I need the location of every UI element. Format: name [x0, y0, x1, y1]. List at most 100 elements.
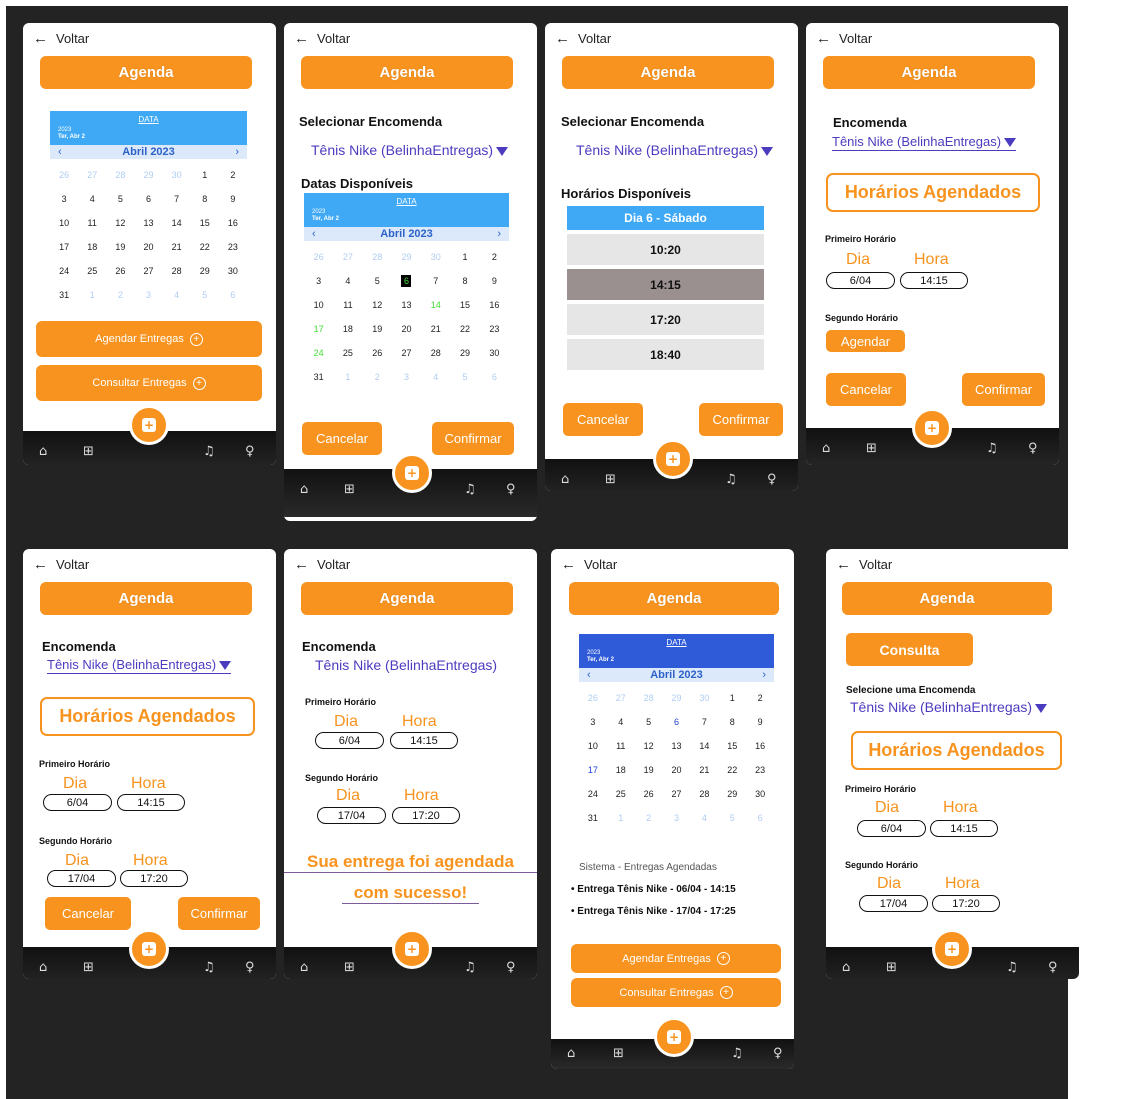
slot-4[interactable]: 18:40 — [567, 339, 764, 370]
add-fab-button[interactable]: + — [129, 929, 169, 969]
home-icon[interactable]: ⌂ — [300, 482, 308, 497]
home-icon[interactable]: ⌂ — [842, 960, 850, 975]
calendar-prev-icon[interactable]: ‹ — [587, 669, 591, 681]
calendar-next-icon[interactable]: › — [235, 146, 239, 158]
user-icon[interactable]: ♀ — [245, 960, 255, 975]
back-link[interactable]: ← Voltar — [294, 30, 350, 47]
bell-icon[interactable]: ♫ — [1006, 960, 1018, 975]
system-item-1: • Entrega Tênis Nike - 06/04 - 14:15 — [571, 884, 736, 895]
bell-icon[interactable]: ♫ — [464, 960, 476, 975]
slot-3[interactable]: 17:20 — [567, 304, 764, 335]
second-time-label: Segundo Horário — [825, 313, 899, 323]
scheduled-title: Horários Agendados — [40, 697, 255, 736]
back-link[interactable]: ← Voltar — [561, 556, 617, 573]
dropdown-triangle-icon — [1035, 703, 1048, 713]
calendar-grid[interactable]: 26 27 28 29 30 1 2 3456789 10 11 12 13 14 15 16 17 18… — [304, 245, 509, 389]
bell-icon[interactable]: ♫ — [986, 441, 998, 456]
grid-icon[interactable]: ⊞ — [605, 472, 616, 487]
grid-icon[interactable]: ⊞ — [866, 441, 877, 456]
order-select[interactable]: Tênis Nike (BelinhaEntregas) — [832, 134, 1017, 151]
agenda-button[interactable]: Agenda — [40, 582, 252, 615]
slot-2-selected[interactable]: 14:15 — [567, 269, 764, 300]
home-icon[interactable]: ⌂ — [822, 441, 830, 456]
user-icon[interactable]: ♀ — [245, 444, 255, 459]
cancel-button[interactable]: Cancelar — [563, 403, 643, 436]
cancel-button[interactable]: Cancelar — [826, 373, 906, 406]
agenda-button[interactable]: Agenda — [301, 582, 513, 615]
add-fab-button[interactable]: + — [653, 439, 693, 479]
confirm-button[interactable]: Confirmar — [962, 373, 1045, 406]
day-label: Dia — [846, 251, 871, 268]
home-icon[interactable]: ⌂ — [39, 960, 47, 975]
back-link[interactable]: ← Voltar — [33, 30, 89, 47]
grid-icon[interactable]: ⊞ — [886, 960, 897, 975]
first-time-pill: 14:15 — [930, 820, 998, 837]
plus-circle-icon: + — [719, 986, 733, 999]
bell-icon[interactable]: ♫ — [725, 472, 737, 487]
calendar-next-icon[interactable]: › — [762, 669, 766, 681]
consultar-entregas-button[interactable]: Consultar Entregas + — [36, 365, 262, 401]
agenda-button[interactable]: Agenda — [562, 56, 774, 89]
grid-icon[interactable]: ⊞ — [344, 482, 355, 497]
consultar-entregas-button[interactable]: Consultar Entregas + — [571, 978, 781, 1007]
calendar: DATA 2023 Ter, Abr 2 ‹ Abril 2023 › 26 27 28 29… — [50, 111, 247, 307]
grid-icon[interactable]: ⊞ — [613, 1046, 624, 1061]
order-select[interactable]: Tênis Nike (BelinhaEntregas) — [47, 657, 232, 674]
confirm-button[interactable]: Confirmar — [699, 403, 783, 436]
order-select[interactable]: Tênis Nike (BelinhaEntregas) — [576, 142, 774, 158]
user-icon[interactable]: ♀ — [767, 472, 777, 487]
second-day-pill: 17/04 — [859, 895, 928, 912]
agenda-button[interactable]: Agenda — [842, 582, 1052, 615]
add-fab-button[interactable]: + — [129, 405, 169, 445]
home-icon[interactable]: ⌂ — [39, 444, 47, 459]
user-icon[interactable]: ♀ — [773, 1046, 783, 1061]
confirm-button[interactable]: Confirmar — [432, 422, 514, 455]
grid-icon[interactable]: ⊞ — [83, 444, 94, 459]
add-fab-button[interactable]: + — [392, 453, 432, 493]
add-fab-button[interactable]: + — [912, 408, 952, 448]
user-icon[interactable]: ♀ — [506, 960, 516, 975]
user-icon[interactable]: ♀ — [1048, 960, 1058, 975]
system-item-2: • Entrega Tênis Nike - 17/04 - 17:25 — [571, 906, 736, 917]
calendar-next-icon[interactable]: › — [497, 228, 501, 240]
second-time-pill: 17:20 — [392, 807, 460, 824]
back-link[interactable]: ← Voltar — [33, 556, 89, 573]
bell-icon[interactable]: ♫ — [203, 444, 215, 459]
home-icon[interactable]: ⌂ — [567, 1046, 575, 1061]
add-fab-button[interactable]: + — [932, 929, 972, 969]
back-arrow-icon: ← — [561, 556, 576, 573]
back-link[interactable]: ← Voltar — [555, 30, 611, 47]
agendar-entregas-button[interactable]: Agendar Entregas + — [571, 944, 781, 973]
back-link[interactable]: ← Voltar — [836, 556, 892, 573]
calendar-prev-icon[interactable]: ‹ — [58, 146, 62, 158]
agendar-entregas-button[interactable]: Agendar Entregas + — [36, 321, 262, 357]
bell-icon[interactable]: ♫ — [203, 960, 215, 975]
bell-icon[interactable]: ♫ — [464, 482, 476, 497]
user-icon[interactable]: ♀ — [506, 482, 516, 497]
grid-icon[interactable]: ⊞ — [344, 960, 355, 975]
calendar-prev-icon[interactable]: ‹ — [312, 228, 316, 240]
user-icon[interactable]: ♀ — [1028, 441, 1038, 456]
agenda-button[interactable]: Agenda — [301, 56, 513, 89]
agenda-button[interactable]: Agenda — [569, 582, 779, 615]
order-select[interactable]: Tênis Nike (BelinhaEntregas) — [311, 142, 509, 158]
home-icon[interactable]: ⌂ — [561, 472, 569, 487]
agenda-button[interactable]: Agenda — [823, 56, 1035, 89]
add-fab-button[interactable]: + — [654, 1017, 694, 1057]
cancel-button[interactable]: Cancelar — [45, 897, 131, 930]
order-select[interactable]: Tênis Nike (BelinhaEntregas) — [850, 699, 1048, 715]
slot-1[interactable]: 10:20 — [567, 234, 764, 265]
bell-icon[interactable]: ♫ — [731, 1046, 743, 1061]
consulta-button[interactable]: Consulta — [846, 633, 973, 666]
back-link[interactable]: ← Voltar — [294, 556, 350, 573]
calendar-grid[interactable]: 26 27 28 29 30 1 2 3456789 10 11 12 13 14 15 16 17 18… — [50, 163, 247, 307]
back-link[interactable]: ← Voltar — [816, 30, 872, 47]
agenda-button[interactable]: Agenda — [40, 56, 252, 89]
grid-icon[interactable]: ⊞ — [83, 960, 94, 975]
calendar-grid[interactable]: 26 27 28 29 30 1 2 3456789 10 11 12 13 14 15 16 17 18… — [579, 686, 774, 830]
confirm-button[interactable]: Confirmar — [178, 897, 260, 930]
agendar-button[interactable]: Agendar — [826, 330, 905, 352]
home-icon[interactable]: ⌂ — [300, 960, 308, 975]
cancel-button[interactable]: Cancelar — [302, 422, 382, 455]
add-fab-button[interactable]: + — [392, 929, 432, 969]
